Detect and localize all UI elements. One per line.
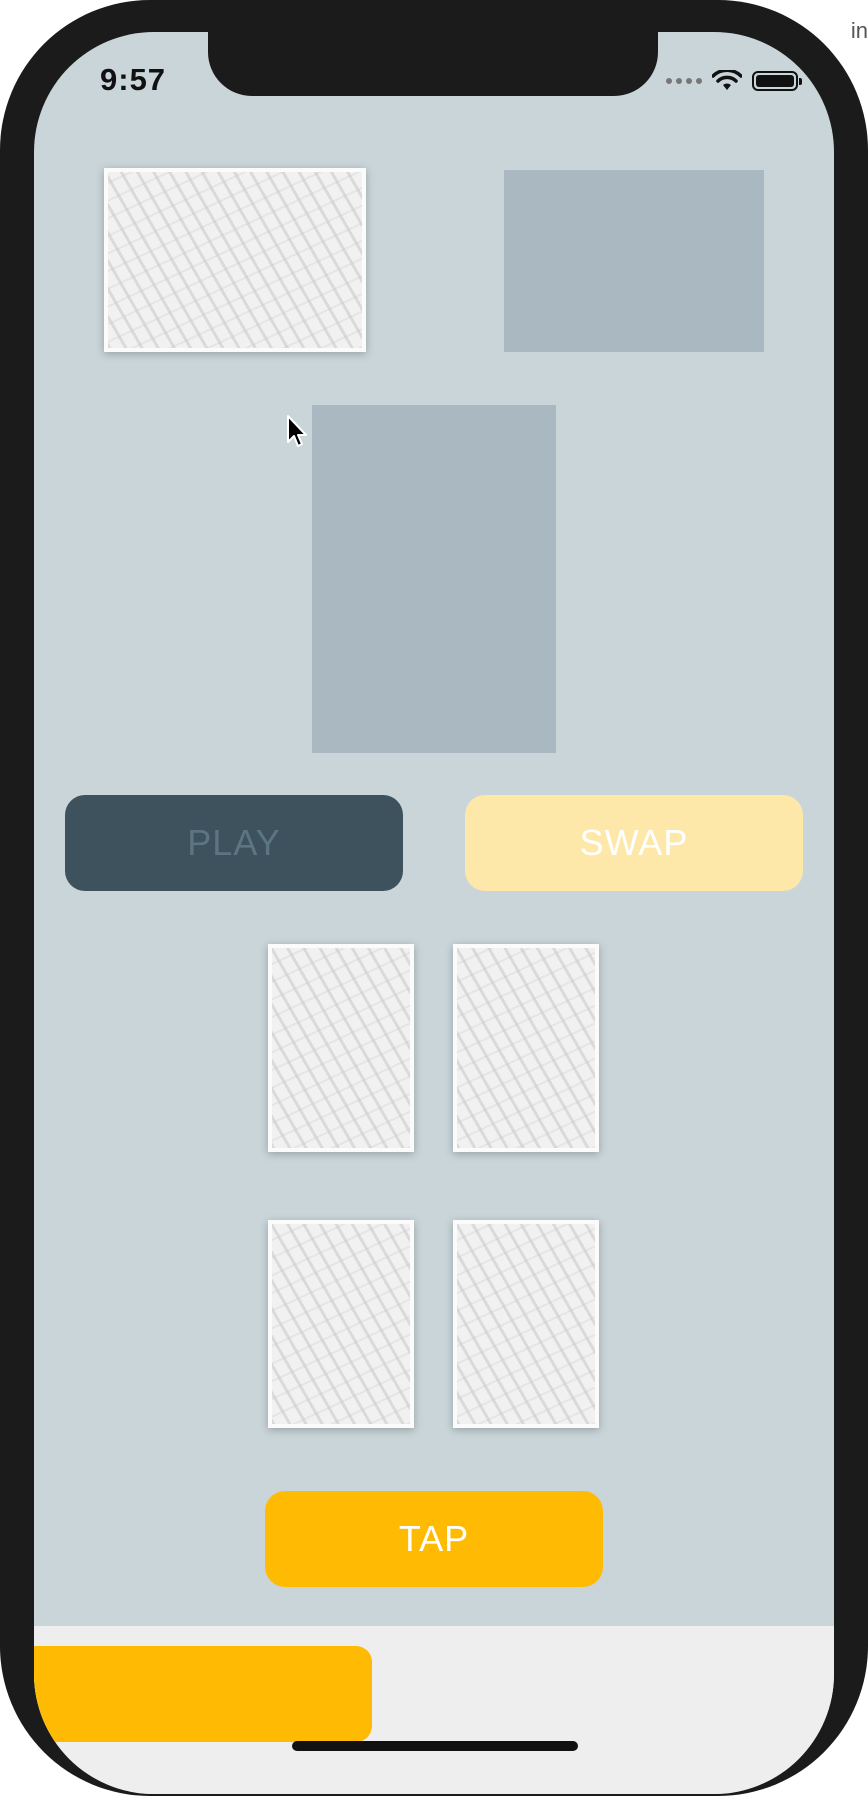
- discard-slot[interactable]: [504, 170, 764, 352]
- deck-card[interactable]: [104, 168, 366, 352]
- hand-card[interactable]: [268, 944, 414, 1152]
- bottom-action-button[interactable]: [34, 1646, 372, 1742]
- signal-dots-icon: [666, 78, 702, 84]
- phone-device: 9:57 PLAY SWAP TAP: [0, 0, 868, 1796]
- hand-card[interactable]: [453, 1220, 599, 1428]
- window-frame: in 9:57 PLAY SWAP TAP: [0, 0, 868, 1796]
- home-indicator[interactable]: [292, 1741, 578, 1751]
- corner-label: in: [850, 18, 868, 43]
- status-icons: [666, 70, 802, 92]
- hand-card[interactable]: [268, 1220, 414, 1428]
- wifi-icon: [712, 70, 742, 90]
- center-card-slot[interactable]: [312, 405, 556, 753]
- swap-button[interactable]: SWAP: [465, 795, 803, 891]
- play-button[interactable]: PLAY: [65, 795, 403, 891]
- battery-icon: [752, 71, 802, 91]
- status-time: 9:57: [100, 62, 167, 97]
- app-screen: 9:57 PLAY SWAP TAP: [34, 32, 834, 1794]
- hand-card[interactable]: [453, 944, 599, 1152]
- phone-notch: [208, 32, 658, 96]
- tap-button[interactable]: TAP: [265, 1491, 603, 1587]
- mouse-cursor-icon: [287, 415, 307, 447]
